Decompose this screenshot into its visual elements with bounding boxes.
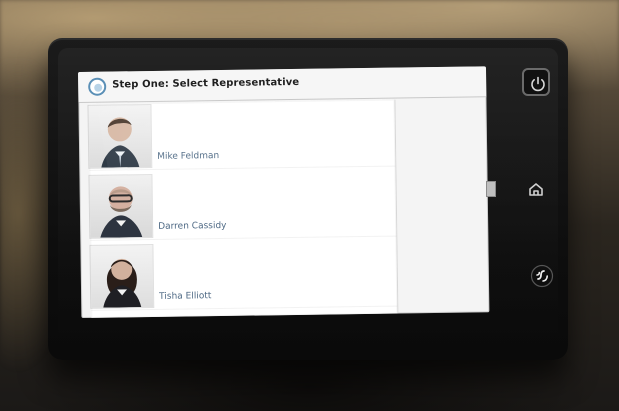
portrait-photo-icon bbox=[89, 174, 153, 238]
representative-photo bbox=[90, 244, 154, 308]
tablet-device: Step One: Select Representative Mike Fel… bbox=[48, 38, 568, 360]
representative-photo bbox=[89, 174, 153, 238]
screen-header: Step One: Select Representative bbox=[78, 66, 487, 103]
photo-frame: Step One: Select Representative Mike Fel… bbox=[0, 0, 619, 411]
representative-row[interactable]: Tisha Elliott bbox=[90, 239, 398, 311]
side-tab[interactable] bbox=[486, 181, 496, 197]
power-icon bbox=[531, 76, 545, 92]
representative-list: Mike Feldman Darren Cassidy Tisha Elliot… bbox=[88, 99, 399, 318]
tablet-screen: Step One: Select Representative Mike Fel… bbox=[78, 66, 490, 318]
representative-row[interactable]: Mike Feldman bbox=[88, 99, 396, 171]
portrait-photo-icon bbox=[90, 244, 154, 308]
nfc-icon bbox=[530, 264, 554, 288]
representative-name: Mike Feldman bbox=[157, 151, 220, 162]
app-logo-icon bbox=[88, 77, 107, 96]
page-title: Step One: Select Representative bbox=[112, 76, 300, 91]
representative-row[interactable]: Darren Cassidy bbox=[89, 169, 397, 241]
representative-name: Tisha Elliott bbox=[159, 291, 212, 302]
home-icon bbox=[529, 183, 543, 196]
representative-photo bbox=[88, 104, 152, 168]
home-button[interactable] bbox=[526, 179, 546, 199]
representative-name: Darren Cassidy bbox=[158, 220, 227, 232]
portrait-photo-icon bbox=[88, 104, 152, 168]
power-button[interactable] bbox=[522, 68, 550, 96]
